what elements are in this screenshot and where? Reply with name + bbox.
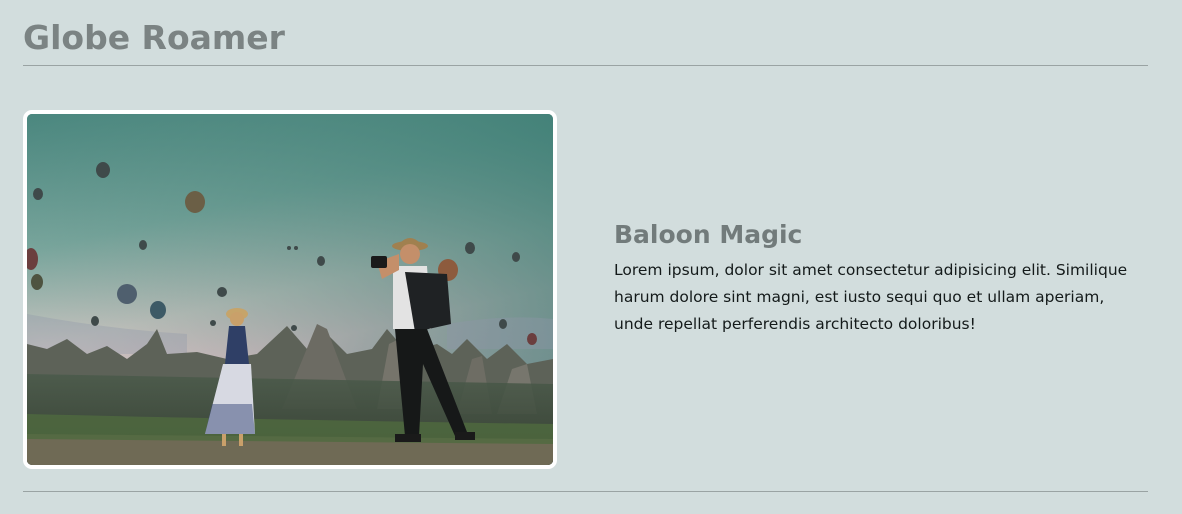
article-heading: Baloon Magic xyxy=(614,220,803,249)
page: Globe Roamer Baloon Magic Lorem ipsum, d… xyxy=(0,0,1182,514)
header-divider xyxy=(23,65,1148,66)
site-title: Globe Roamer xyxy=(23,18,285,57)
balloon-photo-illustration xyxy=(27,114,553,465)
feature-image xyxy=(23,110,557,469)
footer-divider xyxy=(23,491,1148,492)
article-body: Lorem ipsum, dolor sit amet consectetur … xyxy=(614,261,1128,333)
